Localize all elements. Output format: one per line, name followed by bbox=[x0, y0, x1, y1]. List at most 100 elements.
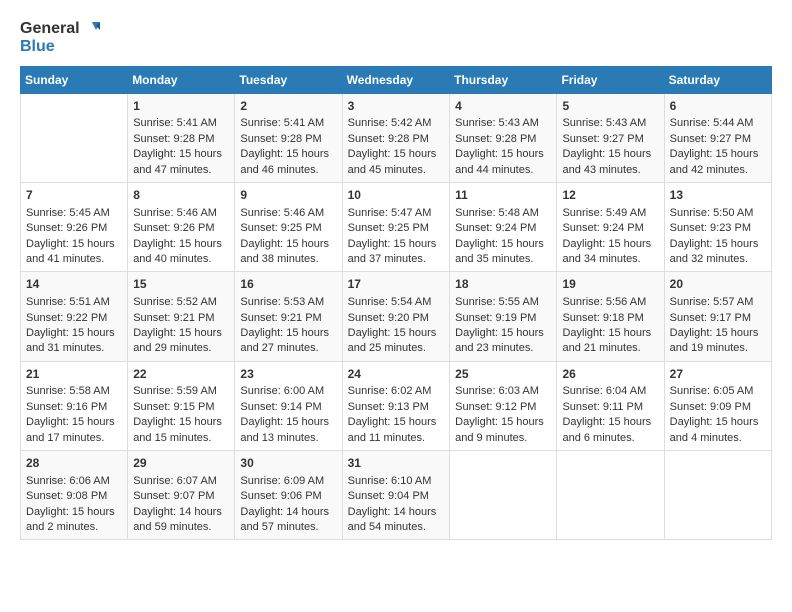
day-info-line: Sunrise: 5:45 AM bbox=[26, 206, 122, 221]
day-info-line: and 42 minutes. bbox=[670, 163, 766, 178]
day-info-line: Sunrise: 6:10 AM bbox=[348, 474, 445, 489]
day-info-line: Sunset: 9:16 PM bbox=[26, 400, 122, 415]
day-info-line: Sunset: 9:26 PM bbox=[133, 221, 229, 236]
day-number: 23 bbox=[240, 366, 336, 383]
day-info-line: Sunrise: 6:05 AM bbox=[670, 384, 766, 399]
day-info-line: Sunrise: 6:03 AM bbox=[455, 384, 551, 399]
day-number: 10 bbox=[348, 187, 445, 204]
day-number: 19 bbox=[562, 276, 658, 293]
day-info-line: Daylight: 15 hours bbox=[240, 147, 336, 162]
day-cell: 26Sunrise: 6:04 AMSunset: 9:11 PMDayligh… bbox=[557, 361, 664, 450]
day-cell: 13Sunrise: 5:50 AMSunset: 9:23 PMDayligh… bbox=[664, 182, 771, 271]
day-info-line: Sunset: 9:27 PM bbox=[562, 132, 658, 147]
day-info-line: Sunrise: 5:51 AM bbox=[26, 295, 122, 310]
day-info-line: Daylight: 15 hours bbox=[240, 237, 336, 252]
day-number: 31 bbox=[348, 455, 445, 472]
day-info-line: Daylight: 15 hours bbox=[455, 237, 551, 252]
day-info-line: Daylight: 15 hours bbox=[562, 147, 658, 162]
day-info-line: and 38 minutes. bbox=[240, 252, 336, 267]
week-row-2: 7Sunrise: 5:45 AMSunset: 9:26 PMDaylight… bbox=[21, 182, 772, 271]
day-info-line: Daylight: 15 hours bbox=[240, 415, 336, 430]
day-cell: 24Sunrise: 6:02 AMSunset: 9:13 PMDayligh… bbox=[342, 361, 450, 450]
day-info-line: Sunset: 9:24 PM bbox=[455, 221, 551, 236]
day-info-line: Sunrise: 5:53 AM bbox=[240, 295, 336, 310]
day-cell bbox=[450, 451, 557, 540]
day-info-line: Sunrise: 6:04 AM bbox=[562, 384, 658, 399]
day-info-line: and 4 minutes. bbox=[670, 431, 766, 446]
day-info-line: Sunset: 9:19 PM bbox=[455, 311, 551, 326]
day-info-line: Daylight: 15 hours bbox=[670, 415, 766, 430]
day-info-line: Daylight: 15 hours bbox=[133, 147, 229, 162]
day-info-line: and 9 minutes. bbox=[455, 431, 551, 446]
calendar-header-row: SundayMondayTuesdayWednesdayThursdayFrid… bbox=[21, 66, 772, 93]
day-info-line: Sunset: 9:11 PM bbox=[562, 400, 658, 415]
day-info-line: Sunrise: 5:50 AM bbox=[670, 206, 766, 221]
day-cell: 7Sunrise: 5:45 AMSunset: 9:26 PMDaylight… bbox=[21, 182, 128, 271]
day-info-line: and 45 minutes. bbox=[348, 163, 445, 178]
day-info-line: Sunset: 9:22 PM bbox=[26, 311, 122, 326]
day-info-line: Daylight: 15 hours bbox=[26, 237, 122, 252]
day-number: 18 bbox=[455, 276, 551, 293]
day-cell: 11Sunrise: 5:48 AMSunset: 9:24 PMDayligh… bbox=[450, 182, 557, 271]
day-info-line: Sunset: 9:18 PM bbox=[562, 311, 658, 326]
day-info-line: Sunrise: 5:52 AM bbox=[133, 295, 229, 310]
day-info-line: Sunrise: 5:56 AM bbox=[562, 295, 658, 310]
day-info-line: Daylight: 15 hours bbox=[562, 415, 658, 430]
day-number: 9 bbox=[240, 187, 336, 204]
day-info-line: and 40 minutes. bbox=[133, 252, 229, 267]
day-info-line: and 13 minutes. bbox=[240, 431, 336, 446]
day-number: 8 bbox=[133, 187, 229, 204]
day-info-line: Sunrise: 5:43 AM bbox=[562, 116, 658, 131]
day-cell: 16Sunrise: 5:53 AMSunset: 9:21 PMDayligh… bbox=[235, 272, 342, 361]
day-number: 6 bbox=[670, 98, 766, 115]
day-cell: 5Sunrise: 5:43 AMSunset: 9:27 PMDaylight… bbox=[557, 93, 664, 182]
day-info-line: Sunset: 9:28 PM bbox=[240, 132, 336, 147]
day-info-line: and 15 minutes. bbox=[133, 431, 229, 446]
day-info-line: Sunset: 9:09 PM bbox=[670, 400, 766, 415]
day-cell: 17Sunrise: 5:54 AMSunset: 9:20 PMDayligh… bbox=[342, 272, 450, 361]
day-cell: 4Sunrise: 5:43 AMSunset: 9:28 PMDaylight… bbox=[450, 93, 557, 182]
day-cell: 14Sunrise: 5:51 AMSunset: 9:22 PMDayligh… bbox=[21, 272, 128, 361]
day-info-line: Sunset: 9:28 PM bbox=[348, 132, 445, 147]
day-info-line: Daylight: 15 hours bbox=[670, 147, 766, 162]
day-info-line: and 54 minutes. bbox=[348, 520, 445, 535]
day-info-line: Sunrise: 5:41 AM bbox=[133, 116, 229, 131]
day-info-line: Daylight: 15 hours bbox=[348, 147, 445, 162]
logo-text-general: General bbox=[20, 20, 80, 38]
day-cell: 15Sunrise: 5:52 AMSunset: 9:21 PMDayligh… bbox=[128, 272, 235, 361]
day-number: 21 bbox=[26, 366, 122, 383]
day-info-line: and 29 minutes. bbox=[133, 341, 229, 356]
day-info-line: Sunrise: 5:42 AM bbox=[348, 116, 445, 131]
day-number: 1 bbox=[133, 98, 229, 115]
logo-text-blue: Blue bbox=[20, 38, 55, 56]
day-info-line: Daylight: 15 hours bbox=[348, 415, 445, 430]
day-cell: 1Sunrise: 5:41 AMSunset: 9:28 PMDaylight… bbox=[128, 93, 235, 182]
day-info-line: and 11 minutes. bbox=[348, 431, 445, 446]
day-info-line: Sunrise: 5:43 AM bbox=[455, 116, 551, 131]
day-info-line: Sunrise: 6:06 AM bbox=[26, 474, 122, 489]
day-info-line: Sunrise: 6:09 AM bbox=[240, 474, 336, 489]
logo: General Blue bbox=[20, 20, 100, 56]
header-day-thursday: Thursday bbox=[450, 66, 557, 93]
day-info-line: and 35 minutes. bbox=[455, 252, 551, 267]
day-cell bbox=[21, 93, 128, 182]
day-info-line: Daylight: 15 hours bbox=[240, 326, 336, 341]
day-number: 17 bbox=[348, 276, 445, 293]
day-info-line: Sunset: 9:21 PM bbox=[240, 311, 336, 326]
day-cell: 29Sunrise: 6:07 AMSunset: 9:07 PMDayligh… bbox=[128, 451, 235, 540]
day-cell: 31Sunrise: 6:10 AMSunset: 9:04 PMDayligh… bbox=[342, 451, 450, 540]
day-cell: 2Sunrise: 5:41 AMSunset: 9:28 PMDaylight… bbox=[235, 93, 342, 182]
header-day-monday: Monday bbox=[128, 66, 235, 93]
week-row-3: 14Sunrise: 5:51 AMSunset: 9:22 PMDayligh… bbox=[21, 272, 772, 361]
day-cell: 30Sunrise: 6:09 AMSunset: 9:06 PMDayligh… bbox=[235, 451, 342, 540]
day-number: 29 bbox=[133, 455, 229, 472]
day-info-line: Daylight: 14 hours bbox=[133, 505, 229, 520]
day-number: 13 bbox=[670, 187, 766, 204]
day-number: 20 bbox=[670, 276, 766, 293]
day-number: 4 bbox=[455, 98, 551, 115]
day-cell: 10Sunrise: 5:47 AMSunset: 9:25 PMDayligh… bbox=[342, 182, 450, 271]
day-info-line: Sunrise: 5:59 AM bbox=[133, 384, 229, 399]
day-cell bbox=[664, 451, 771, 540]
day-info-line: Sunrise: 5:47 AM bbox=[348, 206, 445, 221]
day-cell: 18Sunrise: 5:55 AMSunset: 9:19 PMDayligh… bbox=[450, 272, 557, 361]
